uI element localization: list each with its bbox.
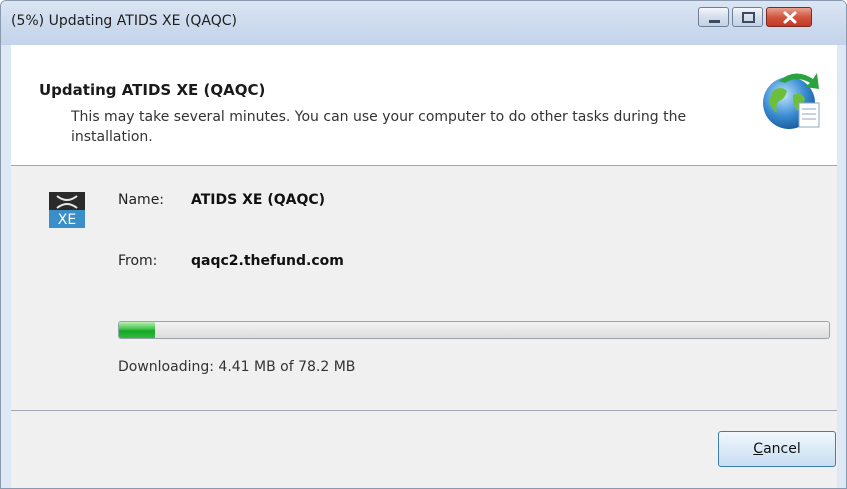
header-title: Updating ATIDS XE (QAQC) — [39, 81, 266, 99]
content-panel: XE Name: ATIDS XE (QAQC) From: qaqc2.the… — [11, 166, 837, 411]
atids-xe-icon: XE — [49, 192, 85, 228]
close-button[interactable] — [766, 7, 812, 27]
maximize-button[interactable] — [732, 7, 763, 27]
window-title: (5%) Updating ATIDS XE (QAQC) — [11, 13, 238, 29]
name-value: ATIDS XE (QAQC) — [191, 192, 326, 208]
installer-window: (5%) Updating ATIDS XE (QAQC) Updating A… — [0, 0, 847, 489]
footer-panel: Cancel — [11, 411, 837, 488]
header-panel: Updating ATIDS XE (QAQC) This may take s… — [11, 45, 837, 166]
from-value: qaqc2.thefund.com — [191, 253, 344, 269]
globe-update-icon — [763, 73, 820, 129]
from-label: From: — [118, 253, 158, 269]
header-description: This may take several minutes. You can u… — [71, 109, 687, 145]
minimize-icon — [709, 20, 720, 23]
download-status: Downloading: 4.41 MB of 78.2 MB — [118, 359, 356, 375]
title-bar[interactable]: (5%) Updating ATIDS XE (QAQC) — [1, 1, 846, 45]
cancel-label: ancel — [763, 441, 801, 457]
progress-fill — [119, 322, 155, 338]
minimize-button[interactable] — [698, 7, 729, 27]
cancel-button[interactable]: Cancel — [718, 431, 836, 467]
app-icon-text: XE — [58, 212, 76, 228]
close-icon — [783, 11, 797, 24]
cancel-accelerator: C — [753, 441, 764, 457]
download-progress-bar — [118, 321, 830, 339]
name-label: Name: — [118, 192, 165, 208]
maximize-icon — [742, 12, 755, 23]
